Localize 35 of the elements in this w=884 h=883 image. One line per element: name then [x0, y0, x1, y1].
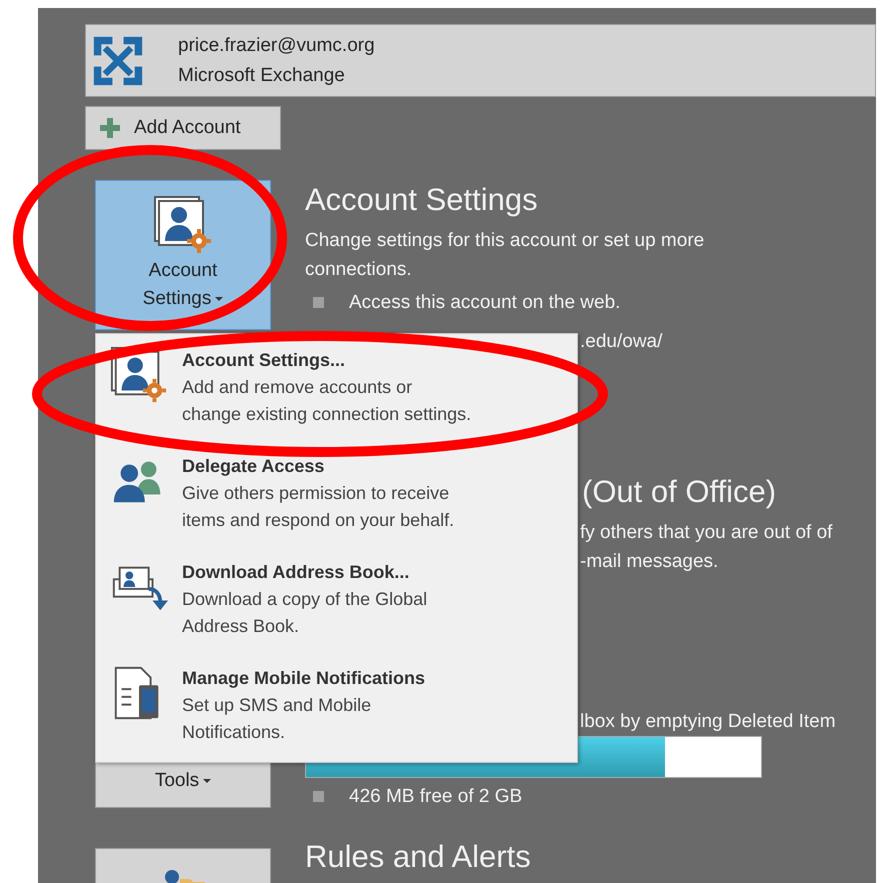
caret-icon [203, 778, 212, 783]
add-account-button[interactable]: Add Account [85, 106, 281, 150]
section-description: fy others that you are out of of [580, 521, 834, 545]
menu-item[interactable]: Delegate Access Give others permission to receive items and respond on your behalf. [110, 452, 577, 534]
menu-item-description: Set up SMS and Mobile Notifications. [182, 694, 372, 744]
menu-item-title: Account Settings... [182, 349, 346, 372]
section-description: lbox by emptying Deleted Item [580, 710, 836, 734]
plus-icon [100, 118, 120, 138]
menu-item[interactable]: Download Address Book... Download a copy of the Global Address Book. [110, 558, 577, 640]
section-heading: Rules and Alerts [305, 839, 532, 875]
account-settings-button[interactable]: Account Settings [95, 180, 271, 330]
account-email: price.frazier@vumc.org [178, 34, 375, 56]
menu-item[interactable]: Account Settings... Add and remove accounts or change existing connection settings. [110, 346, 577, 428]
menu-item-description: Give others permission to receive items and respond on your behalf. [182, 482, 456, 532]
menu-item-description: Download a copy of the Global Address Book. [182, 588, 428, 638]
web-access-text: Access this account on the web. [349, 291, 620, 315]
section-heading: (Out of Office) [582, 474, 778, 510]
bullet-icon [313, 297, 324, 308]
caret-icon [215, 296, 224, 301]
account-settings-icon [153, 195, 213, 255]
account-settings-icon [110, 346, 168, 404]
section-description: -mail messages. [580, 550, 720, 574]
menu-item-description: Add and remove accounts or change existing connection settings. [182, 376, 472, 426]
menu-item-title: Manage Mobile Notifications [182, 667, 426, 690]
account-card[interactable]: price.frazier@vumc.org Microsoft Exchange [85, 24, 876, 97]
menu-item-title: Delegate Access [182, 455, 326, 478]
bullet-icon [313, 791, 324, 802]
section-description: Change settings for this account or set up more connections. [305, 229, 706, 282]
menu-item[interactable]: Manage Mobile Notifications Set up SMS and Mobile Notifications. [110, 664, 577, 746]
menu-item-title: Download Address Book... [182, 561, 410, 584]
web-link[interactable]: .edu/owa/ [580, 327, 836, 356]
account-type: Microsoft Exchange [178, 64, 346, 86]
storage-text: 426 MB free of 2 GB [349, 785, 522, 809]
section-heading: Account Settings [305, 182, 539, 218]
exchange-logo-icon [92, 34, 144, 86]
